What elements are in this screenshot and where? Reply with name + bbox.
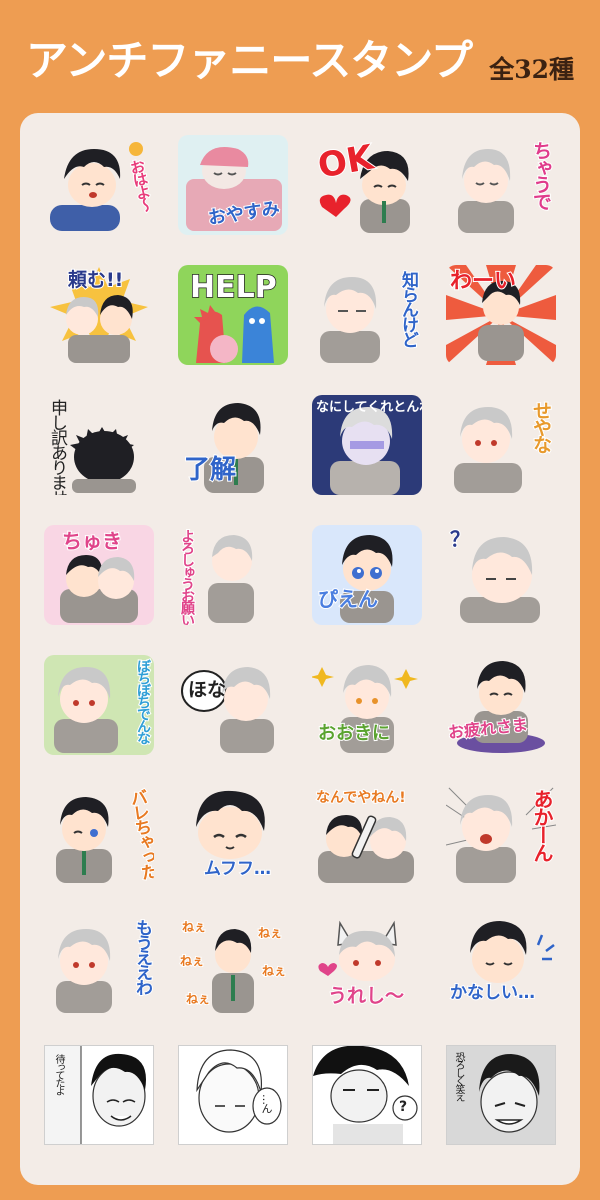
sticker-illustration — [313, 1046, 418, 1144]
sticker-label: うれし〜 — [327, 985, 405, 1007]
sticker-label: ほな — [188, 679, 227, 701]
sticker-panel: おはよ〜 おやすみ OK ちゃうで 頼む!! HELP 知らんけど わーい 申し… — [20, 113, 580, 1185]
page-header: アンチファニースタンプ 全32種 — [0, 0, 600, 112]
sticker-chaude[interactable]: ちゃうで — [446, 135, 556, 235]
sticker-label: 待ってたよ — [53, 1054, 64, 1094]
sticker-label: なにしてくれとんねん — [316, 400, 422, 415]
sticker-label: あかーん — [529, 788, 555, 862]
sticker-label-repeat: ねぇ — [257, 926, 283, 940]
sticker-label-repeat: ねぇ — [179, 954, 205, 968]
sticker-label: ぴえん — [317, 587, 379, 611]
sticker-seyana[interactable]: せやな — [446, 395, 556, 495]
sticker-chuki[interactable]: ちゅき — [44, 525, 154, 625]
sticker-nanishite[interactable]: なにしてくれとんねん — [312, 395, 422, 495]
sticker-label: ちゅき — [61, 529, 123, 553]
sticker-label: ぼちぼちでんな — [134, 658, 152, 744]
sticker-label-repeat: ねぇ — [261, 964, 287, 978]
sticker-label: ねぇ — [181, 920, 207, 934]
sticker-nee[interactable]: ねぇ ねぇ ねぇ ねぇ ねぇ — [178, 915, 288, 1015]
sticker-label: ムフフ… — [203, 859, 272, 879]
sticker-label: HELP — [189, 270, 277, 305]
sticker-warae[interactable]: 恐ろしく笑え — [446, 1045, 556, 1145]
sticker-hona[interactable]: ほな — [178, 655, 288, 755]
sticker-question[interactable]: ？ — [446, 525, 556, 625]
sticker-ookini[interactable]: おおきに — [312, 655, 422, 755]
sticker-label: おおきに — [317, 723, 391, 744]
sticker-label: かなしい… — [449, 983, 536, 1003]
sticker-label: ？ — [449, 527, 471, 551]
sticker-label: ? — [399, 1099, 408, 1115]
sticker-help[interactable]: HELP — [178, 265, 288, 365]
sticker-label: …ん — [260, 1094, 273, 1112]
sticker-otsukaresama[interactable]: お疲れさま — [446, 655, 556, 755]
sticker-label: 了解 — [183, 455, 237, 485]
sticker-nandeyanen[interactable]: なんでやねん! — [312, 785, 422, 885]
sticker-label: OK — [314, 137, 377, 188]
sticker-label: もうええわ — [131, 918, 153, 995]
sticker-barechatta[interactable]: バレちゃった — [44, 785, 154, 885]
sticker-label: 知らんけど — [397, 270, 419, 347]
sticker-illustration — [181, 667, 274, 753]
sticker-huh[interactable]: ? — [312, 1045, 422, 1145]
sticker-tanomu[interactable]: 頼む!! — [44, 265, 154, 365]
sticker-count: 全32種 — [489, 55, 574, 84]
sticker-n[interactable]: …ん — [178, 1045, 288, 1145]
sticker-akaan[interactable]: あかーん — [446, 785, 556, 885]
sticker-label: なんでやねん! — [315, 790, 407, 806]
sticker-bochibochi[interactable]: ぼちぼちでんな — [44, 655, 154, 755]
sticker-label: わーい — [449, 269, 517, 294]
sticker-waai[interactable]: わーい — [446, 265, 556, 365]
sticker-label: せやな — [529, 400, 553, 453]
sticker-oyasumi[interactable]: おやすみ — [178, 135, 288, 235]
sticker-ryoukai[interactable]: 了解 — [178, 395, 288, 495]
sticker-ok[interactable]: OK — [312, 135, 422, 235]
sticker-moueewa[interactable]: もうええわ — [44, 915, 154, 1015]
sticker-label: よろしゅうお願いします! — [178, 528, 196, 625]
sticker-label: ちゃうで — [529, 140, 553, 210]
sticker-ohayo[interactable]: おはよ〜 — [44, 135, 154, 235]
sticker-label: 申し訳ありません — [47, 399, 67, 495]
sticker-matteta[interactable]: 待ってたよ — [44, 1045, 154, 1145]
sticker-yoroshuu[interactable]: よろしゅうお願いします! — [178, 525, 288, 625]
sticker-ureshii[interactable]: うれし〜 — [312, 915, 422, 1015]
sticker-label: 頼む!! — [67, 269, 124, 291]
page-title: アンチファニースタンプ — [26, 36, 473, 85]
sticker-pien[interactable]: ぴえん — [312, 525, 422, 625]
sticker-label: 恐ろしく笑え — [453, 1052, 464, 1100]
sticker-moushiwake[interactable]: 申し訳ありません — [44, 395, 154, 495]
sticker-mufufu[interactable]: ムフフ… — [178, 785, 288, 885]
sticker-kanashii[interactable]: かなしい… — [446, 915, 556, 1015]
sticker-label-repeat: ねぇ — [185, 992, 211, 1006]
sticker-shirankedo[interactable]: 知らんけど — [312, 265, 422, 365]
